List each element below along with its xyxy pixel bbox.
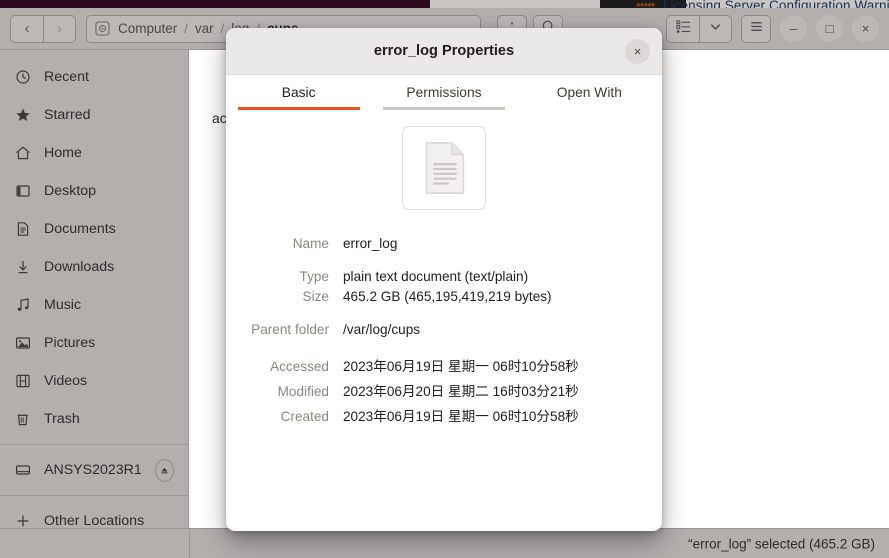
sidebar-item-trash[interactable]: Trash: [0, 400, 188, 438]
music-note-icon: [14, 297, 31, 314]
property-label: Size: [302, 289, 329, 304]
drive-icon: [14, 462, 31, 479]
chevron-down-icon: [708, 19, 723, 39]
sidebar-item-label: Music: [44, 297, 82, 313]
properties-list: Name error_log Type plain text document …: [226, 236, 662, 425]
property-value: 465.2 GB (465,195,419,219 bytes): [343, 289, 552, 304]
property-row-size: Size 465.2 GB (465,195,419,219 bytes): [226, 289, 662, 304]
property-row-type: Type plain text document (text/plain): [226, 269, 662, 284]
text-document-icon: [402, 126, 486, 210]
file-list-item[interactable]: ac: [212, 110, 227, 126]
property-label: Modified: [277, 384, 329, 399]
property-row-created: Created 2023年06月19日 星期一 06时10分58秒: [226, 405, 662, 425]
file-icon-container: [226, 126, 662, 210]
picture-icon: [14, 335, 31, 352]
desktop-icon: [14, 183, 31, 200]
list-view-button[interactable]: [667, 16, 699, 42]
main-menu-button[interactable]: [741, 14, 771, 43]
sidebar-item-label: Recent: [44, 69, 89, 85]
sidebar-item-ansys2023r1[interactable]: ANSYS2023R1: [0, 451, 188, 489]
screen: ***** Licensing Server Configuration War…: [0, 0, 889, 558]
property-row-accessed: Accessed 2023年06月19日 星期一 06时10分58秒: [226, 355, 662, 375]
sidebar-item-label: Pictures: [44, 335, 96, 351]
property-value: 2023年06月19日 星期一 06时10分58秒: [343, 359, 579, 374]
list-view-icon: [675, 19, 691, 39]
property-row-modified: Modified 2023年06月20日 星期二 16时03分21秒: [226, 380, 662, 400]
forward-button[interactable]: ›: [43, 15, 75, 42]
sidebar-item-downloads[interactable]: Downloads: [0, 248, 188, 286]
selection-status-text: “error_log” selected (465.2 GB): [688, 536, 875, 551]
sidebar-item-label: Other Locations: [44, 513, 145, 529]
hamburger-icon: [749, 19, 764, 39]
sidebar: Recent Starred Home Desktop Documents Do…: [0, 50, 189, 558]
home-icon: [14, 145, 31, 162]
property-value: error_log: [343, 236, 398, 251]
sidebar-item-label: Videos: [44, 373, 88, 389]
sidebar-item-desktop[interactable]: Desktop: [0, 172, 188, 210]
minimize-button[interactable]: –: [780, 15, 807, 42]
property-value: 2023年06月20日 星期二 16时03分21秒: [343, 384, 579, 399]
properties-dialog: error_log Properties × Basic Permissions…: [226, 28, 662, 531]
sidebar-divider: [0, 444, 188, 445]
property-label: Accessed: [270, 359, 329, 374]
tab-basic[interactable]: Basic: [226, 75, 371, 110]
breadcrumb-item-computer[interactable]: Computer: [118, 21, 177, 36]
dialog-header: error_log Properties ×: [226, 28, 662, 75]
tab-permissions[interactable]: Permissions: [371, 75, 516, 110]
sidebar-item-label: Desktop: [44, 183, 97, 199]
property-value[interactable]: /var/log/cups: [343, 322, 420, 337]
breadcrumb-separator: /: [184, 21, 188, 36]
plus-icon: [14, 513, 31, 530]
property-label: Parent folder: [251, 322, 329, 337]
film-icon: [14, 373, 31, 390]
sidebar-item-pictures[interactable]: Pictures: [0, 324, 188, 362]
sidebar-item-label: Downloads: [44, 259, 115, 275]
property-value: 2023年06月19日 星期一 06时10分58秒: [343, 409, 579, 424]
sidebar-item-home[interactable]: Home: [0, 134, 188, 172]
property-value: plain text document (text/plain): [343, 269, 529, 284]
computer-disc-icon: [95, 21, 110, 36]
document-icon: [14, 221, 31, 238]
download-icon: [14, 259, 31, 276]
dialog-close-button[interactable]: ×: [625, 39, 650, 64]
sidebar-item-label: Documents: [44, 221, 116, 237]
sidebar-divider: [0, 495, 188, 496]
status-bar: “error_log” selected (465.2 GB): [0, 528, 889, 558]
star-icon: [14, 107, 31, 124]
sidebar-item-documents[interactable]: Documents: [0, 210, 188, 248]
sidebar-item-label: ANSYS2023R1: [44, 462, 142, 478]
tab-open-with[interactable]: Open With: [517, 75, 662, 110]
sidebar-item-music[interactable]: Music: [0, 286, 188, 324]
property-row-name: Name error_log: [226, 236, 662, 251]
clock-icon: [14, 69, 31, 86]
dialog-title: error_log Properties: [373, 43, 515, 59]
trash-icon: [14, 411, 31, 428]
view-options-dropdown-button[interactable]: [699, 15, 731, 42]
view-mode-group: [666, 14, 732, 43]
maximize-button[interactable]: □: [816, 15, 843, 42]
sidebar-item-starred[interactable]: Starred: [0, 96, 188, 134]
back-button[interactable]: ‹: [11, 16, 43, 42]
sidebar-item-videos[interactable]: Videos: [0, 362, 188, 400]
property-row-parent-folder: Parent folder /var/log/cups: [226, 322, 662, 337]
property-label: Created: [280, 409, 329, 424]
property-label: Type: [299, 269, 329, 284]
navigation-button-group: ‹ ›: [10, 14, 76, 43]
header-right-group: – □ ×: [666, 14, 889, 43]
eject-button[interactable]: [154, 458, 174, 482]
property-label: Name: [292, 236, 329, 251]
dialog-body: Name error_log Type plain text document …: [226, 110, 662, 425]
sidebar-item-label: Trash: [44, 411, 80, 427]
sidebar-item-recent[interactable]: Recent: [0, 58, 188, 96]
breadcrumb-item-var[interactable]: var: [195, 21, 214, 36]
sidebar-item-label: Home: [44, 145, 82, 161]
sidebar-item-label: Starred: [44, 107, 91, 123]
close-button[interactable]: ×: [852, 15, 879, 42]
dialog-tabs: Basic Permissions Open With: [226, 75, 662, 110]
status-bar-divider: [189, 529, 190, 558]
